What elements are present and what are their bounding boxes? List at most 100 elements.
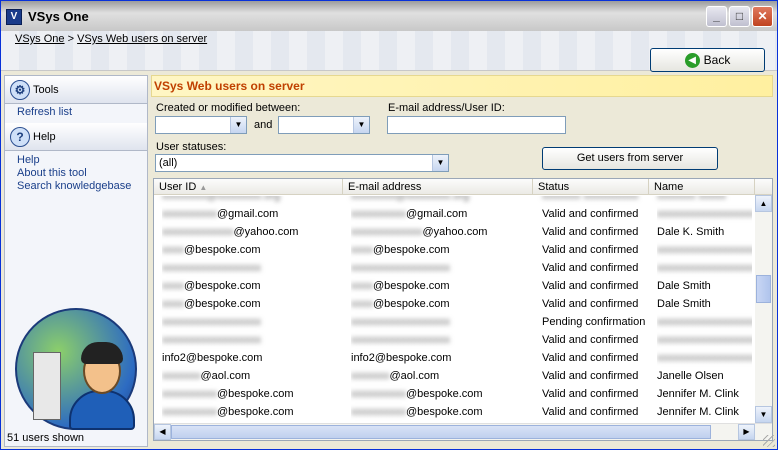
table-row[interactable]: xxxxxxxxxxxxx@yahoo.com xxxxxxxxxxxxx@yah… bbox=[154, 223, 754, 241]
table-cell-status: Valid and confirmed bbox=[542, 370, 639, 382]
table-cell-user-id: xxxxxxxxxx@bespoke.com bbox=[162, 406, 294, 418]
table-cell-status: Valid and confirmed bbox=[542, 352, 639, 364]
table-cell-user-id: xxxx@bespoke.com bbox=[162, 280, 261, 292]
scroll-thumb-horizontal[interactable] bbox=[171, 425, 711, 439]
sidebar-item-refresh-list[interactable]: Refresh list bbox=[5, 106, 147, 119]
table-row[interactable]: xxxxxxx@aol.com xxxxxxx@aol.com Valid and … bbox=[154, 367, 754, 385]
table-cell-name: Jennifer M. Clink bbox=[657, 406, 739, 418]
table-cell-status: Valid and confirmed bbox=[542, 406, 639, 418]
redacted-text: xxxxxxxxxx bbox=[351, 208, 406, 220]
date-to-select[interactable]: ▼ bbox=[278, 116, 370, 134]
and-label: and bbox=[254, 119, 273, 131]
sidebar-header-tools-label: Tools bbox=[33, 84, 59, 96]
table-cell-name: Dale Smith bbox=[657, 280, 711, 292]
table-row[interactable]: xxxx@bespoke.com xxxx@bespoke.com Valid an… bbox=[154, 295, 754, 313]
users-globe-illustration bbox=[15, 308, 137, 430]
resize-grip[interactable] bbox=[763, 435, 775, 447]
table-cell-user-id: info2@bespoke.com bbox=[162, 352, 263, 364]
computer-icon bbox=[33, 352, 61, 420]
table-row[interactable]: xxxxxxxxxx@bespoke.com xxxxxxxxxx@bespoke… bbox=[154, 385, 754, 403]
column-header-email[interactable]: E-mail address bbox=[343, 179, 533, 195]
email-userid-label: E-mail address/User ID: bbox=[388, 102, 505, 114]
table-cell-status: Valid and confirmed bbox=[542, 208, 639, 220]
title-bar[interactable]: V VSys One _ □ ✕ bbox=[1, 1, 777, 31]
column-header-user-id[interactable]: User ID ▲ bbox=[154, 179, 343, 195]
table-row[interactable]: xxxxxxxxxx@bespoke.com xxxxxxxxxx@bespoke… bbox=[154, 403, 754, 421]
user-statuses-select[interactable]: (all) ▼ bbox=[155, 154, 449, 172]
breadcrumb-separator: > bbox=[67, 33, 75, 45]
close-button[interactable]: ✕ bbox=[752, 6, 773, 27]
column-header-status[interactable]: Status bbox=[533, 179, 649, 195]
chevron-down-icon[interactable]: ▼ bbox=[230, 117, 246, 133]
table-row-partial[interactable]: xxxxxxxx@xxxxxxxx.org xxxxxxxx@xxxxxxxx.… bbox=[154, 196, 754, 205]
back-button[interactable]: ◀ Back bbox=[650, 48, 765, 72]
breadcrumb-item-vsys-one[interactable]: VSys One bbox=[15, 33, 65, 45]
sidebar-item-about[interactable]: About this tool bbox=[5, 167, 147, 180]
date-from-select[interactable]: ▼ bbox=[155, 116, 247, 134]
redacted-text: xxxxxxxxxxxxx bbox=[162, 226, 234, 238]
table-cell-user-id: xxxxxxxxxxxxxxxxxx bbox=[162, 331, 337, 349]
table-row[interactable]: info2@bespoke.com info2@bespoke.com Valid … bbox=[154, 349, 754, 367]
redacted-text: xxxxxxxxxxxxxxxxxx bbox=[657, 208, 752, 220]
horizontal-scrollbar[interactable]: ◀ ▶ bbox=[154, 423, 772, 440]
sidebar-item-help[interactable]: Help bbox=[5, 154, 147, 167]
redacted-text: xxxx bbox=[162, 280, 184, 292]
table-cell-email: xxxxxxxxxxxxx@yahoo.com bbox=[351, 226, 488, 238]
get-users-button[interactable]: Get users from server bbox=[542, 147, 718, 170]
vertical-scrollbar[interactable]: ▲ ▼ bbox=[755, 195, 772, 423]
app-window: V VSys One _ □ ✕ VSys One > VSys Web use… bbox=[0, 0, 778, 450]
table-row[interactable]: xxxxxxxxxxxxxxxxxx xxxxxxxxxxxxxxxxxx Vali… bbox=[154, 331, 754, 349]
breadcrumb-item-web-users[interactable]: VSys Web users on server bbox=[77, 33, 207, 45]
user-statuses-label: User statuses: bbox=[156, 141, 227, 153]
table-cell-status: Valid and confirmed bbox=[542, 334, 639, 346]
sidebar: ⚙ Tools Refresh list ? Help Help About t… bbox=[4, 75, 148, 447]
table-cell-email: xxxxxxxxxx@gmail.com bbox=[351, 208, 468, 220]
table-cell-name: xxxxxxx xxxxx bbox=[657, 196, 727, 202]
table-cell-user-id: xxxx@bespoke.com bbox=[162, 244, 261, 256]
table-cell-user-id: xxxxxxxxxxxxxxxxxx bbox=[162, 259, 337, 277]
table-cell-email: xxxxxxxx@xxxxxxxx.org bbox=[351, 196, 470, 202]
redacted-text: xxxxxxxxxx bbox=[351, 388, 406, 400]
table-row[interactable]: xxxx@bespoke.com xxxx@bespoke.com Valid an… bbox=[154, 277, 754, 295]
sidebar-header-help[interactable]: ? Help bbox=[5, 123, 147, 151]
column-header-name[interactable]: Name bbox=[649, 179, 755, 195]
email-userid-input[interactable] bbox=[387, 116, 566, 134]
table-cell-email: xxxxxxxxxx@bespoke.com bbox=[351, 406, 483, 418]
back-button-label: Back bbox=[703, 53, 731, 67]
table-row[interactable]: xxxxxxxxxxxxxxxxxx xxxxxxxxxxxxxxxxxx Pend… bbox=[154, 313, 754, 331]
table-cell-name: Dale K. Smith bbox=[657, 226, 725, 238]
maximize-button[interactable]: □ bbox=[729, 6, 750, 27]
scroll-down-icon[interactable]: ▼ bbox=[755, 406, 772, 423]
tools-icon: ⚙ bbox=[10, 80, 30, 100]
table-cell-name: xxxxxxxxxxxxxxxxxx bbox=[657, 241, 752, 259]
table-row[interactable]: xxxxxxxxxxxxxxxxxx xxxxxxxxxxxxxxxxxx Vali… bbox=[154, 259, 754, 277]
scroll-up-icon[interactable]: ▲ bbox=[755, 195, 772, 212]
table-cell-user-id: xxxxxxxxxxxxxxxxxx bbox=[162, 313, 337, 331]
table-cell-email: info2@bespoke.com bbox=[351, 352, 452, 364]
users-table: User ID ▲ E-mail address Status Name xxx… bbox=[153, 178, 773, 441]
window-title: VSys One bbox=[28, 9, 89, 24]
chevron-down-icon[interactable]: ▼ bbox=[353, 117, 369, 133]
table-cell-user-id: xxxxxxx@aol.com bbox=[162, 370, 251, 382]
table-cell-name: Jennifer M. Clink bbox=[657, 388, 739, 400]
table-cell-name: xxxxxxxxxxxxxxxxxx bbox=[657, 313, 752, 331]
sidebar-header-help-label: Help bbox=[33, 131, 56, 143]
table-cell-status: xxxxxxx xxxxxxxxxx bbox=[542, 196, 639, 202]
scroll-right-icon[interactable]: ▶ bbox=[738, 424, 755, 440]
minimize-button[interactable]: _ bbox=[706, 6, 727, 27]
table-cell-name: xxxxxxxxxxxxxxxxxx bbox=[657, 259, 752, 277]
table-cell-name: Janelle Olsen bbox=[657, 370, 724, 382]
users-count-status: 51 users shown bbox=[7, 432, 85, 444]
table-row[interactable]: xxxxxxxxxx@gmail.com xxxxxxxxxx@gmail.com… bbox=[154, 205, 754, 223]
redacted-text: xxxx bbox=[351, 280, 373, 292]
sidebar-item-search-knowledgebase[interactable]: Search knowledgebase bbox=[5, 180, 147, 193]
user-body-icon bbox=[69, 390, 135, 430]
chevron-down-icon[interactable]: ▼ bbox=[432, 155, 448, 171]
redacted-text: xxxxxxx bbox=[351, 370, 390, 382]
created-between-label: Created or modified between: bbox=[156, 102, 301, 114]
scroll-left-icon[interactable]: ◀ bbox=[154, 424, 171, 440]
table-row[interactable]: xxxx@bespoke.com xxxx@bespoke.com Valid an… bbox=[154, 241, 754, 259]
scroll-thumb-vertical[interactable] bbox=[756, 275, 771, 303]
redacted-text: xxxxxxxxxx bbox=[162, 388, 217, 400]
sidebar-header-tools[interactable]: ⚙ Tools bbox=[5, 76, 147, 104]
